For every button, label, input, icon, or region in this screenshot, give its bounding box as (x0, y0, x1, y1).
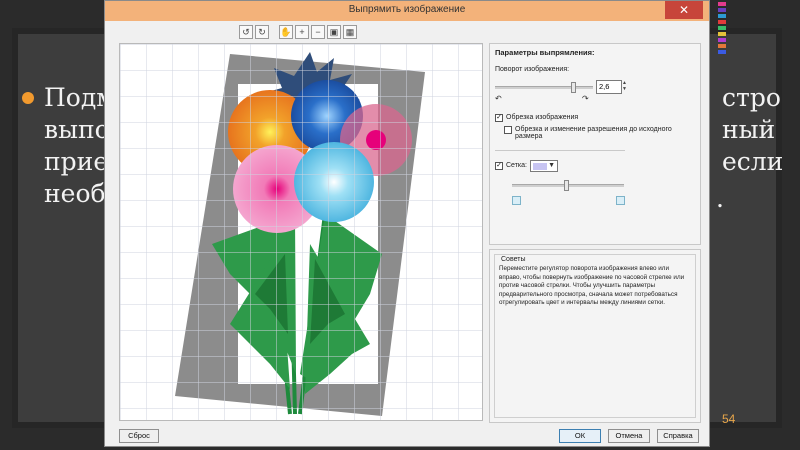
rotate-right-icon[interactable]: ↻ (255, 25, 269, 39)
pan-icon[interactable]: ✋ (279, 25, 293, 39)
slide-line: если (722, 147, 784, 176)
zoom-in-icon[interactable]: + (295, 25, 309, 39)
tips-text: Переместите регулятор поворота изображен… (499, 265, 685, 306)
crop-resize-checkbox[interactable] (504, 126, 512, 134)
chevron-down-icon: ▼ (548, 162, 555, 169)
rotate-counterclockwise-icon: ↶ (495, 94, 502, 103)
grid-color-swatch (533, 163, 547, 170)
preview-toolbar: ↺ ↻ ✋ + − ▣ ▦ (239, 25, 357, 39)
grid-spacing-slider-thumb[interactable] (564, 180, 569, 191)
titlebar: Выпрямить изображение ✕ (105, 1, 709, 21)
bullet-dot (22, 92, 34, 104)
rotate-clockwise-icon: ↷ (582, 94, 589, 103)
page-number: 54 (722, 412, 736, 426)
close-button[interactable]: ✕ (665, 1, 703, 19)
grid-color-dropdown[interactable]: ▼ (530, 160, 558, 172)
grid-label: Сетка: (506, 162, 527, 169)
straighten-image-dialog: Выпрямить изображение ✕ ↺ ↻ ✋ + − ▣ ▦ Па… (104, 0, 710, 447)
rotation-slider[interactable] (495, 86, 593, 89)
help-button[interactable]: Справка (657, 429, 699, 443)
rotation-spinner[interactable]: ▲ ▼ (622, 80, 628, 94)
params-title: Параметры выпрямления: (495, 48, 595, 57)
rotation-label: Поворот изображения: (495, 66, 570, 73)
rotation-slider-thumb[interactable] (571, 82, 576, 93)
preview-canvas[interactable] (119, 43, 483, 421)
actual-size-icon[interactable]: ▦ (343, 25, 357, 39)
tips-panel: Советы Переместите регулятор поворота из… (489, 249, 701, 423)
tips-box: Советы Переместите регулятор поворота из… (494, 254, 696, 418)
small-grid-icon (512, 196, 521, 205)
separator (495, 150, 625, 151)
preview-image (120, 44, 482, 420)
reset-button[interactable]: Сброс (119, 429, 159, 443)
slide-line: ный (722, 115, 776, 144)
crop-image-checkbox[interactable]: ✓ (495, 114, 503, 122)
ok-button[interactable]: ОК (559, 429, 601, 443)
straighten-params-panel: Параметры выпрямления: Поворот изображен… (489, 43, 701, 245)
fit-to-window-icon[interactable]: ▣ (327, 25, 341, 39)
cancel-button[interactable]: Отмена (608, 429, 650, 443)
grid-checkbox[interactable]: ✓ (495, 162, 503, 170)
color-palette-strip (712, 0, 732, 100)
rotate-left-icon[interactable]: ↺ (239, 25, 253, 39)
tips-title: Советы (501, 256, 526, 263)
crop-resize-label: Обрезка и изменение разрешения до исходн… (515, 126, 672, 140)
dialog-title: Выпрямить изображение (348, 4, 466, 15)
rotation-value-input[interactable]: 2,6 (596, 80, 622, 94)
crop-image-label: Обрезка изображения (506, 114, 579, 121)
slide-dot: . (716, 184, 724, 213)
zoom-out-icon[interactable]: − (311, 25, 325, 39)
large-grid-icon (616, 196, 625, 205)
